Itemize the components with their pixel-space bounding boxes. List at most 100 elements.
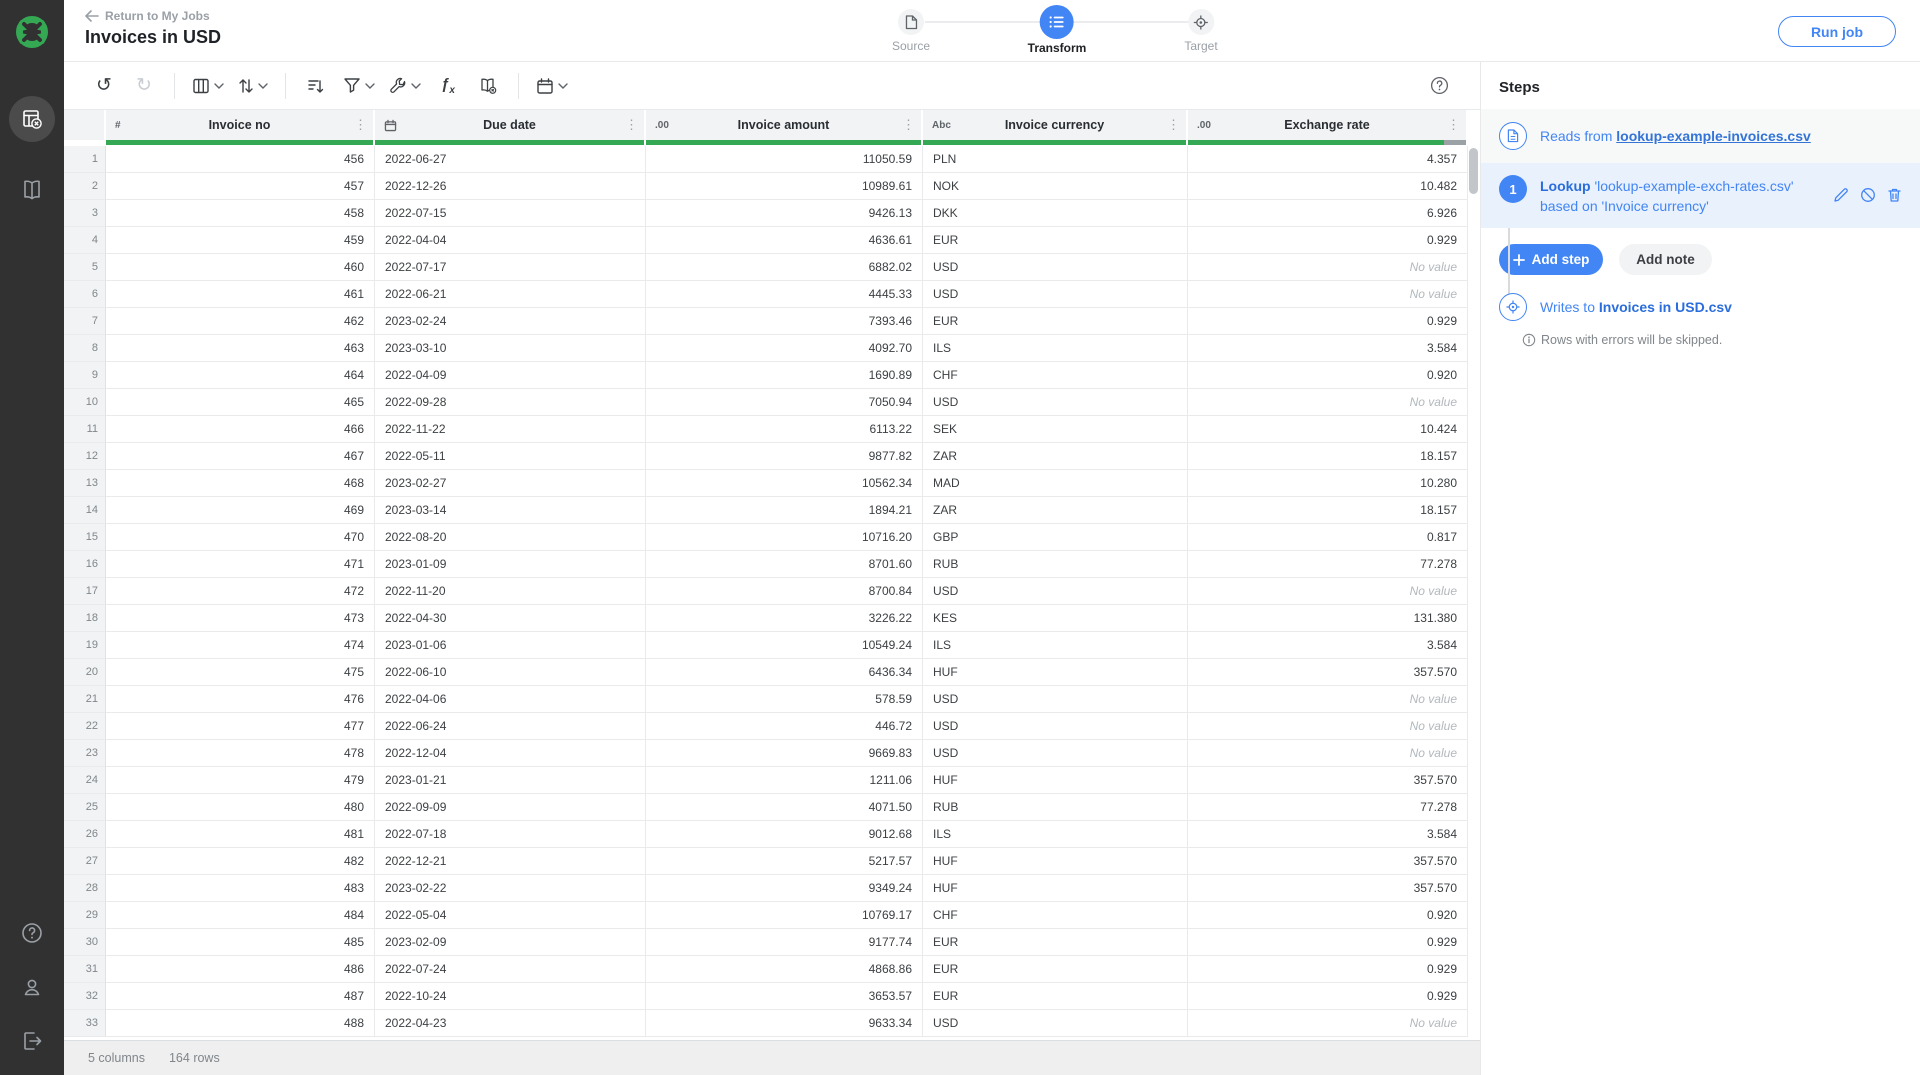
cell[interactable]: 2022-07-17 xyxy=(375,254,646,281)
cell[interactable]: 0.817 xyxy=(1188,524,1468,551)
cell[interactable]: 479 xyxy=(106,767,375,794)
sort-button[interactable] xyxy=(238,71,268,101)
cell[interactable]: No value xyxy=(1188,254,1468,281)
cell[interactable]: 4445.33 xyxy=(646,281,923,308)
sidebar-item-help[interactable] xyxy=(12,913,52,953)
cell[interactable]: 468 xyxy=(106,470,375,497)
stepper-step-target[interactable]: Target xyxy=(1184,0,1217,53)
cell[interactable]: 9669.83 xyxy=(646,740,923,767)
cell[interactable]: 2023-02-27 xyxy=(375,470,646,497)
sort-rows-button[interactable] xyxy=(303,71,329,101)
table-row[interactable]: 34582022-07-159426.13DKK6.926 xyxy=(64,200,1480,227)
cell[interactable]: NOK xyxy=(923,173,1188,200)
cell[interactable]: 1211.06 xyxy=(646,767,923,794)
cell[interactable]: 10.280 xyxy=(1188,470,1468,497)
cell[interactable]: 2023-03-10 xyxy=(375,335,646,362)
cell[interactable]: 461 xyxy=(106,281,375,308)
table-row[interactable]: 294842022-05-0410769.17CHF0.920 xyxy=(64,902,1480,929)
cell[interactable]: USD xyxy=(923,713,1188,740)
cell[interactable]: 10562.34 xyxy=(646,470,923,497)
cell[interactable]: 481 xyxy=(106,821,375,848)
stepper-step-source[interactable]: Source xyxy=(892,0,930,53)
cell[interactable]: 485 xyxy=(106,929,375,956)
cell[interactable]: 472 xyxy=(106,578,375,605)
cell[interactable]: 462 xyxy=(106,308,375,335)
cell[interactable]: 18.157 xyxy=(1188,497,1468,524)
cell[interactable]: 2022-06-24 xyxy=(375,713,646,740)
table-row[interactable]: 334882022-04-239633.34USDNo value xyxy=(64,1010,1480,1037)
cell[interactable]: ILS xyxy=(923,335,1188,362)
cell[interactable]: 2022-12-21 xyxy=(375,848,646,875)
cell[interactable]: 6436.34 xyxy=(646,659,923,686)
cell[interactable]: 131.380 xyxy=(1188,605,1468,632)
cell[interactable]: ILS xyxy=(923,632,1188,659)
cell[interactable]: 480 xyxy=(106,794,375,821)
table-row[interactable]: 254802022-09-094071.50RUB77.278 xyxy=(64,794,1480,821)
date-format-button[interactable] xyxy=(536,71,568,101)
cell[interactable]: 474 xyxy=(106,632,375,659)
cell[interactable]: 10716.20 xyxy=(646,524,923,551)
cell[interactable]: 2023-03-14 xyxy=(375,497,646,524)
sidebar-item-logout[interactable] xyxy=(12,1021,52,1061)
cell[interactable]: 2022-12-26 xyxy=(375,173,646,200)
sidebar-item-account[interactable] xyxy=(12,967,52,1007)
cell[interactable]: No value xyxy=(1188,1010,1468,1037)
cell[interactable]: 2023-02-24 xyxy=(375,308,646,335)
cell[interactable]: RUB xyxy=(923,794,1188,821)
cell[interactable]: 2022-04-23 xyxy=(375,1010,646,1037)
columns-button[interactable] xyxy=(192,71,224,101)
cell[interactable]: 5217.57 xyxy=(646,848,923,875)
lookup-button[interactable] xyxy=(475,71,501,101)
cell[interactable]: 3226.22 xyxy=(646,605,923,632)
cell[interactable]: 471 xyxy=(106,551,375,578)
undo-button[interactable]: ↺ xyxy=(91,71,117,101)
cell[interactable]: 8701.60 xyxy=(646,551,923,578)
cell[interactable]: 2022-04-30 xyxy=(375,605,646,632)
cell[interactable]: 482 xyxy=(106,848,375,875)
cell[interactable]: No value xyxy=(1188,713,1468,740)
table-row[interactable]: 84632023-03-104092.70ILS3.584 xyxy=(64,335,1480,362)
table-row[interactable]: 174722022-11-208700.84USDNo value xyxy=(64,578,1480,605)
table-row[interactable]: 224772022-06-24446.72USDNo value xyxy=(64,713,1480,740)
cell[interactable]: 467 xyxy=(106,443,375,470)
cell[interactable]: 9349.24 xyxy=(646,875,923,902)
cell[interactable]: 3.584 xyxy=(1188,335,1468,362)
cell[interactable]: EUR xyxy=(923,227,1188,254)
cell[interactable]: USD xyxy=(923,389,1188,416)
app-logo[interactable] xyxy=(0,0,64,64)
step-writes-to[interactable]: Writes to Invoices in USD.csv xyxy=(1481,289,1920,331)
cell[interactable]: GBP xyxy=(923,524,1188,551)
cell[interactable]: USD xyxy=(923,281,1188,308)
cell[interactable]: CHF xyxy=(923,902,1188,929)
cell[interactable]: 469 xyxy=(106,497,375,524)
cell[interactable]: 487 xyxy=(106,983,375,1010)
cell[interactable]: 463 xyxy=(106,335,375,362)
redo-button[interactable]: ↻ xyxy=(131,71,157,101)
cell[interactable]: 10769.17 xyxy=(646,902,923,929)
cell[interactable]: 2022-07-18 xyxy=(375,821,646,848)
cell[interactable]: 2022-08-20 xyxy=(375,524,646,551)
formula-button[interactable]: ƒx xyxy=(435,71,461,101)
cell[interactable]: 0.929 xyxy=(1188,956,1468,983)
cell[interactable]: 2022-09-09 xyxy=(375,794,646,821)
column-header-0[interactable]: # Invoice no ⋮ xyxy=(106,110,375,140)
cell[interactable]: 0.920 xyxy=(1188,362,1468,389)
cell[interactable]: 77.278 xyxy=(1188,794,1468,821)
disable-ban-icon[interactable] xyxy=(1860,187,1876,203)
add-note-button[interactable]: Add note xyxy=(1619,244,1712,275)
cell[interactable]: KES xyxy=(923,605,1188,632)
cell[interactable]: 357.570 xyxy=(1188,659,1468,686)
column-menu-icon[interactable]: ⋮ xyxy=(1447,117,1460,133)
table-row[interactable]: 324872022-10-243653.57EUR0.929 xyxy=(64,983,1480,1010)
cell[interactable]: 2022-06-21 xyxy=(375,281,646,308)
table-row[interactable]: 114662022-11-226113.22SEK10.424 xyxy=(64,416,1480,443)
cell[interactable]: 4092.70 xyxy=(646,335,923,362)
cell[interactable]: 4636.61 xyxy=(646,227,923,254)
cell[interactable]: 3.584 xyxy=(1188,821,1468,848)
cell[interactable]: 4.357 xyxy=(1188,146,1468,173)
table-row[interactable]: 204752022-06-106436.34HUF357.570 xyxy=(64,659,1480,686)
cell[interactable]: 460 xyxy=(106,254,375,281)
cell[interactable]: HUF xyxy=(923,767,1188,794)
cell[interactable]: 477 xyxy=(106,713,375,740)
cell[interactable]: 3653.57 xyxy=(646,983,923,1010)
